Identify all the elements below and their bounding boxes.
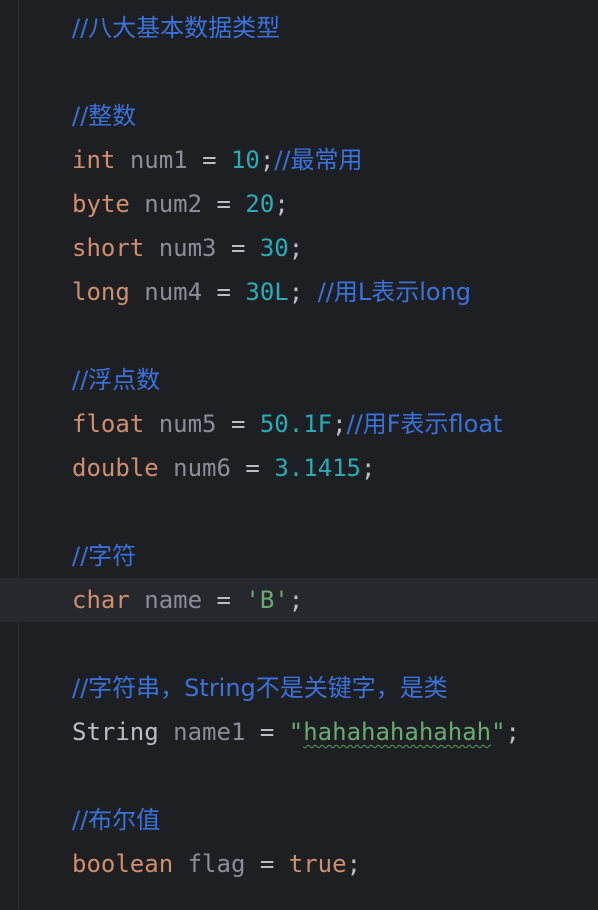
operator: = xyxy=(216,278,231,306)
keyword: double xyxy=(72,454,159,482)
keyword: short xyxy=(72,234,145,262)
semicolon: ; xyxy=(288,278,304,306)
code-line-string[interactable]: String name1 = "hahahahahahah"; xyxy=(72,710,520,754)
comment: //字符串，String不是关键字，是类 xyxy=(72,674,448,702)
variable: num3 xyxy=(158,234,217,262)
code-line-short[interactable]: short num3 = 30; xyxy=(72,226,303,270)
semicolon: ; xyxy=(288,586,304,614)
semicolon: ; xyxy=(346,850,362,878)
operator: = xyxy=(245,454,260,482)
code-line-comment-char[interactable]: //字符 xyxy=(72,534,136,578)
boolean-literal: true xyxy=(288,850,347,878)
variable: name1 xyxy=(173,718,246,746)
semicolon: ; xyxy=(332,410,347,438)
code-line-long[interactable]: long num4 = 30L; //用L表示long xyxy=(72,270,471,314)
variable: num1 xyxy=(129,146,188,174)
number-literal: 30L xyxy=(245,278,289,306)
code-line-byte[interactable]: byte num2 = 20; xyxy=(72,182,289,226)
keyword: float xyxy=(72,410,145,438)
comment: //最常用 xyxy=(274,146,363,174)
semicolon: ; xyxy=(505,718,520,746)
code-line-int[interactable]: int num1 = 10;//最常用 xyxy=(72,138,363,182)
number-literal: 10 xyxy=(230,146,260,174)
comment: //布尔值 xyxy=(72,806,161,834)
variable: num6 xyxy=(173,454,231,482)
code-line-boolean[interactable]: boolean flag = true; xyxy=(72,842,361,886)
comment: //八大基本数据类型 xyxy=(72,14,281,42)
char-literal: 'B' xyxy=(245,586,289,614)
variable: num5 xyxy=(158,410,217,438)
code-line-comment-integers[interactable]: //整数 xyxy=(72,94,136,138)
keyword: long xyxy=(72,278,130,306)
operator: = xyxy=(216,190,231,218)
operator: = xyxy=(230,410,246,438)
code-line-comment-float[interactable]: //浮点数 xyxy=(72,358,160,402)
semicolon: ; xyxy=(361,454,376,482)
semicolon: ; xyxy=(288,234,304,262)
operator: = xyxy=(202,146,217,174)
keyword: int xyxy=(72,146,116,174)
semicolon: ; xyxy=(259,146,275,174)
number-literal: 20 xyxy=(245,190,275,218)
operator: = xyxy=(216,586,231,614)
comment: //整数 xyxy=(72,102,137,130)
comment: //用F表示float xyxy=(346,410,503,438)
string-literal-typo-warning: hahahahahahah xyxy=(303,718,492,746)
editor-gutter-divider xyxy=(18,0,19,910)
code-line-comment-boolean[interactable]: //布尔值 xyxy=(72,798,160,842)
variable: name xyxy=(144,586,203,614)
semicolon: ; xyxy=(274,190,289,218)
keyword: boolean xyxy=(72,850,174,878)
variable: flag xyxy=(187,850,246,878)
number-literal: 50.1F xyxy=(259,410,333,438)
keyword: char xyxy=(72,586,130,614)
comment: //字符 xyxy=(72,542,137,570)
string-quote: " xyxy=(288,718,304,746)
code-line-comment-string[interactable]: //字符串，String不是关键字，是类 xyxy=(72,666,448,710)
code-line-comment-types[interactable]: //八大基本数据类型 xyxy=(72,6,280,50)
code-line-float[interactable]: float num5 = 50.1F;//用F表示float xyxy=(72,402,502,446)
number-literal: 30 xyxy=(259,234,289,262)
number-literal: 3.1415 xyxy=(274,454,362,482)
string-quote: " xyxy=(491,718,506,746)
operator: = xyxy=(259,850,275,878)
type-name: String xyxy=(72,718,159,746)
comment: //浮点数 xyxy=(72,366,161,394)
operator: = xyxy=(259,718,275,746)
keyword: byte xyxy=(72,190,130,218)
code-line-double[interactable]: double num6 = 3.1415; xyxy=(72,446,375,490)
variable: num4 xyxy=(144,278,203,306)
comment: //用L表示long xyxy=(317,278,472,306)
operator: = xyxy=(230,234,246,262)
code-line-char[interactable]: char name = 'B'; xyxy=(72,578,303,622)
variable: num2 xyxy=(144,190,203,218)
